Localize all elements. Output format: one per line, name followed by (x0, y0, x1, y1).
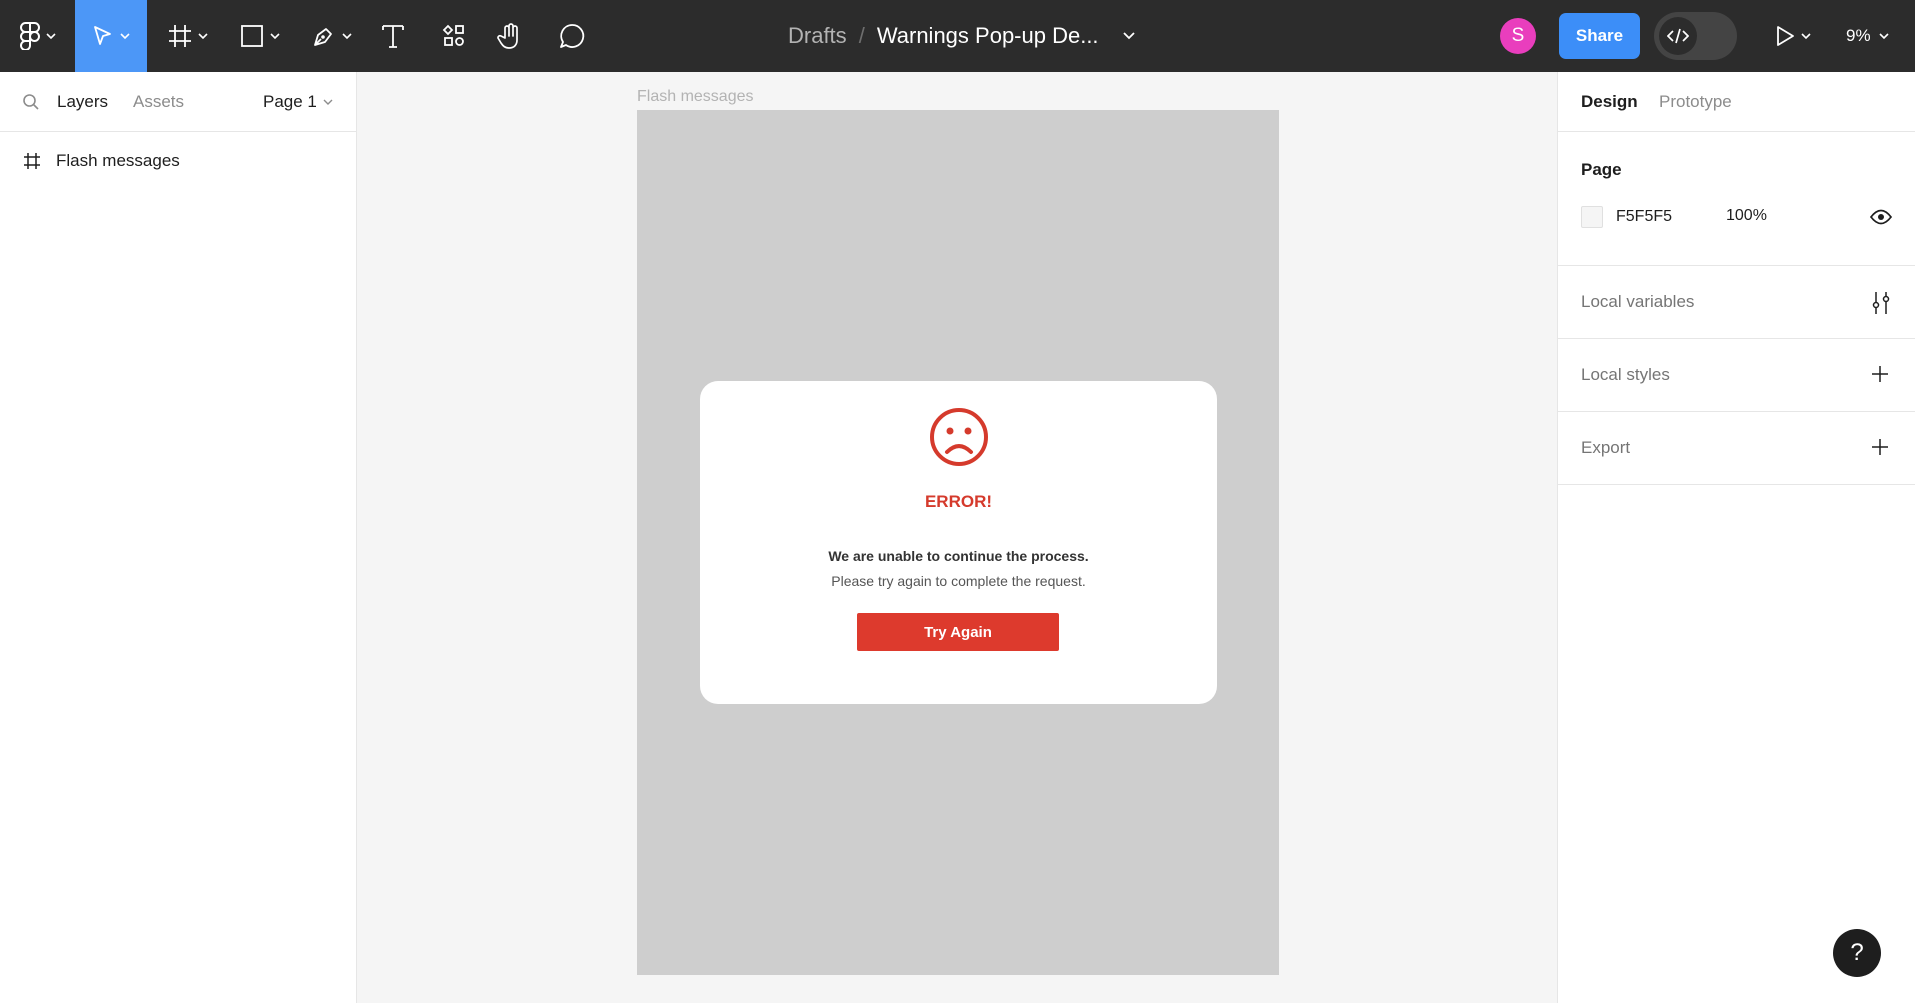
resources-button[interactable] (437, 0, 471, 72)
rectangle-icon (241, 25, 263, 47)
chevron-down-icon (120, 32, 130, 39)
breadcrumb-drafts-link[interactable]: Drafts (788, 23, 847, 49)
breadcrumb: Drafts / Warnings Pop-up De... (788, 0, 1135, 72)
frame-icon (169, 25, 191, 47)
tab-assets[interactable]: Assets (133, 92, 184, 112)
file-name[interactable]: Warnings Pop-up De... (877, 23, 1099, 49)
dev-mode-toggle[interactable] (1654, 12, 1737, 60)
sad-face-icon (929, 407, 989, 472)
comment-tool-button[interactable] (555, 0, 589, 72)
error-message: We are unable to continue the process. (828, 548, 1089, 564)
layers-panel: Layers Assets Page 1 Flash messages (0, 72, 357, 1003)
page-section: Page F5F5F5 100% (1558, 132, 1915, 266)
frame-label[interactable]: Flash messages (637, 88, 754, 106)
frame-tool-button[interactable] (160, 0, 216, 72)
main-menu-button[interactable] (0, 0, 75, 72)
page-fill-row[interactable]: F5F5F5 (1581, 204, 1672, 230)
layer-name: Flash messages (56, 151, 180, 170)
page-color-swatch[interactable] (1581, 206, 1603, 228)
right-panel-tabs: Design Prototype (1558, 72, 1915, 132)
hand-icon (497, 23, 518, 49)
share-button[interactable]: Share (1559, 13, 1640, 59)
page-section-title: Page (1581, 160, 1622, 179)
error-hint: Please try again to complete the request… (831, 573, 1086, 589)
chevron-down-icon (342, 32, 352, 39)
file-menu-button[interactable] (1122, 32, 1135, 40)
layer-item-flash-messages[interactable]: Flash messages (0, 144, 356, 178)
hand-tool-button[interactable] (494, 0, 528, 72)
shape-tool-button[interactable] (232, 0, 288, 72)
chevron-down-icon (1122, 32, 1135, 40)
zoom-menu[interactable]: 9% (1846, 0, 1889, 72)
text-icon (382, 25, 404, 48)
page-fill-opacity[interactable]: 100% (1726, 207, 1767, 225)
tab-layers[interactable]: Layers (57, 92, 108, 112)
comment-icon (560, 24, 585, 48)
chevron-down-icon (1879, 32, 1889, 39)
variables-icon[interactable] (1870, 291, 1892, 320)
local-variables-label: Local variables (1581, 292, 1695, 311)
page-fill-hex[interactable]: F5F5F5 (1616, 208, 1672, 226)
cursor-icon (94, 26, 111, 45)
zoom-level: 9% (1846, 26, 1871, 45)
chevron-down-icon (45, 32, 56, 39)
page-selector-label: Page 1 (263, 92, 317, 111)
code-icon (1659, 17, 1697, 55)
local-styles-section[interactable]: Local styles (1558, 339, 1915, 412)
local-styles-label: Local styles (1581, 365, 1670, 384)
tab-prototype[interactable]: Prototype (1659, 92, 1732, 112)
text-tool-button[interactable] (376, 0, 410, 72)
figma-logo-icon (19, 22, 40, 50)
chevron-down-icon (323, 99, 333, 105)
export-section[interactable]: Export (1558, 412, 1915, 485)
left-panel-tabs: Layers Assets Page 1 (0, 72, 356, 132)
toolbar: Drafts / Warnings Pop-up De... S Share 9… (0, 0, 1915, 72)
error-title: ERROR! (924, 492, 993, 511)
play-icon (1777, 26, 1794, 46)
try-again-button[interactable]: Try Again (857, 613, 1059, 651)
plus-icon[interactable] (1870, 437, 1890, 462)
frame-icon (24, 153, 40, 169)
pen-tool-button[interactable] (304, 0, 360, 72)
help-button[interactable]: ? (1833, 929, 1881, 977)
avatar[interactable]: S (1500, 18, 1536, 54)
export-label: Export (1581, 438, 1631, 457)
breadcrumb-separator: / (858, 23, 865, 48)
chevron-down-icon (198, 32, 208, 39)
eye-icon[interactable] (1869, 209, 1893, 230)
pen-icon (314, 28, 332, 46)
page-selector[interactable]: Page 1 (263, 92, 333, 112)
resources-icon (442, 24, 464, 46)
tab-design[interactable]: Design (1581, 92, 1638, 112)
design-panel: Design Prototype Page F5F5F5 100% Local … (1557, 72, 1915, 1003)
chevron-down-icon (1801, 32, 1811, 39)
local-variables-section[interactable]: Local variables (1558, 266, 1915, 339)
search-icon[interactable] (22, 93, 40, 116)
present-button[interactable] (1768, 0, 1818, 72)
move-tool-button[interactable] (75, 0, 147, 72)
chevron-down-icon (270, 32, 280, 39)
plus-icon[interactable] (1870, 364, 1890, 389)
